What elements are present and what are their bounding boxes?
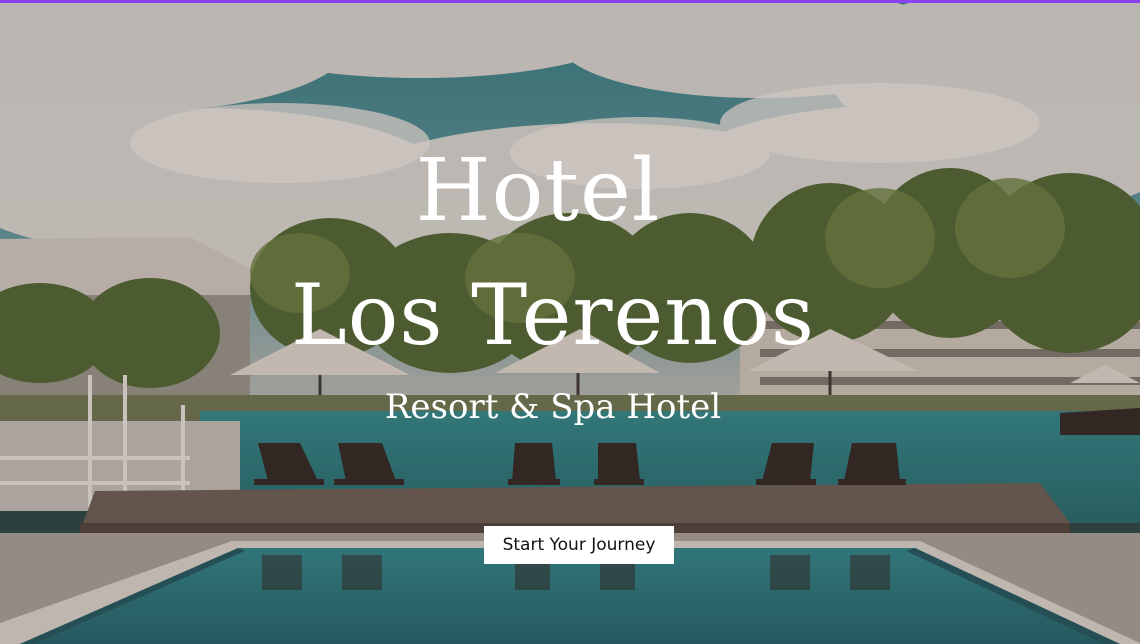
start-journey-button[interactable]: Start Your Journey xyxy=(484,526,674,564)
hero-title-line-1: Hotel xyxy=(415,141,661,241)
hero-subtitle: Resort & Spa Hotel xyxy=(384,387,722,427)
hero-section: Hotel Los Terenos Resort & Spa Hotel Sta… xyxy=(0,3,1140,644)
hero-title-line-2: Los Terenos xyxy=(290,266,816,364)
top-accent-bar xyxy=(0,0,1140,3)
